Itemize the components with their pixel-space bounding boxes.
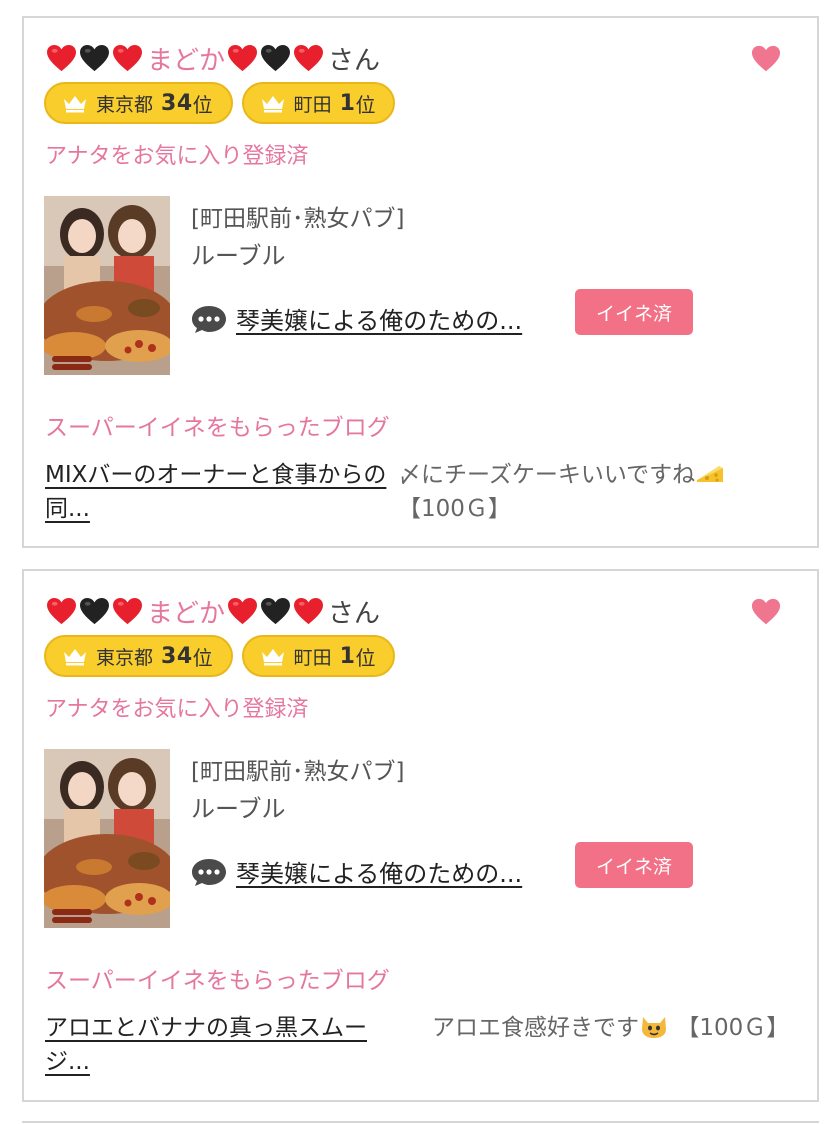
red-heart-icon (112, 44, 143, 73)
cast-photo-image (44, 749, 170, 928)
comment-text: アロエ食感好きです (432, 1015, 639, 1041)
rank-area: 町田 (293, 93, 332, 116)
shop-name[interactable]: ルーブル (191, 789, 286, 824)
card-divider (22, 1121, 819, 1123)
rank-number: 34 (161, 643, 193, 669)
favorite-status: アナタをお気に入り登録済 (45, 144, 309, 169)
red-heart-icon (293, 44, 324, 73)
red-heart-icon (293, 597, 324, 626)
blog-title-link[interactable]: 琴美嬢による俺のための... (236, 301, 522, 336)
rank-number: 1 (339, 643, 356, 669)
rank-badge-city[interactable]: 町田 1 位 (241, 635, 396, 677)
black-heart-icon (260, 597, 291, 626)
rank-number: 34 (161, 90, 193, 116)
super-like-blog-link[interactable]: MIXバーのオーナーと食事からの同... (45, 458, 395, 526)
rank-suffix: 位 (355, 92, 376, 117)
rank-badge-prefecture[interactable]: 東京都 34 位 (44, 82, 233, 124)
user-name: まどか (147, 45, 226, 76)
cat-face-icon (642, 1017, 666, 1038)
honorific: さん (328, 45, 381, 76)
rank-badge-city[interactable]: 町田 1 位 (241, 82, 396, 124)
super-like-comment: アロエ食感好きです 【100Ｇ】 (432, 1011, 792, 1045)
cast-photo-image (44, 196, 170, 375)
super-like-heading: スーパーイイネをもらったブログ (45, 415, 390, 441)
cast-photo[interactable] (44, 749, 170, 928)
cheese-icon (697, 466, 724, 482)
honorific: さん (328, 598, 381, 629)
favorite-heart-icon[interactable] (751, 44, 781, 74)
liked-button[interactable]: イイネ済 (575, 842, 693, 888)
crown-icon (64, 649, 86, 666)
reward-text: 【100Ｇ】 (398, 496, 511, 522)
rank-suffix: 位 (192, 92, 213, 117)
red-heart-icon (227, 44, 258, 73)
shop-area: [町田駅前･熟女パブ] (191, 206, 405, 232)
rank-badges: 東京都 34 位 町田 1 位 (44, 635, 396, 677)
favorite-status: アナタをお気に入り登録済 (45, 697, 309, 722)
blog-link-row[interactable]: 琴美嬢による俺のための... (191, 301, 522, 336)
comment-icon (192, 858, 226, 886)
shop-area: [町田駅前･熟女パブ] (191, 759, 405, 785)
favorite-heart-icon[interactable] (751, 597, 781, 627)
rank-area: 東京都 (96, 93, 154, 116)
shop-name[interactable]: ルーブル (191, 236, 286, 271)
black-heart-icon (79, 597, 110, 626)
rank-suffix: 位 (355, 645, 376, 670)
crown-icon (261, 649, 284, 666)
red-heart-icon (46, 44, 77, 73)
comment-icon (192, 305, 226, 333)
user-card[interactable]: まどか さん 東京都 34 位 町田 1 位 アナタをお気に入り登録済 [町田駅… (22, 16, 819, 548)
red-heart-icon (227, 597, 258, 626)
blog-link-row[interactable]: 琴美嬢による俺のための... (191, 854, 522, 889)
crown-icon (64, 96, 86, 113)
crown-icon (261, 96, 284, 113)
red-heart-icon (112, 597, 143, 626)
rank-badge-prefecture[interactable]: 東京都 34 位 (44, 635, 233, 677)
black-heart-icon (79, 44, 110, 73)
rank-area: 東京都 (96, 646, 154, 669)
super-like-heading: スーパーイイネをもらったブログ (45, 968, 390, 994)
blog-title-link[interactable]: 琴美嬢による俺のための... (236, 854, 522, 889)
user-card[interactable]: まどか さん 東京都 34 位 町田 1 位 アナタをお気に入り登録済 [町田駅… (22, 569, 819, 1102)
black-heart-icon (260, 44, 291, 73)
rank-area: 町田 (293, 646, 332, 669)
rank-badges: 東京都 34 位 町田 1 位 (44, 82, 396, 124)
red-heart-icon (46, 597, 77, 626)
user-name-line[interactable]: まどか さん (46, 40, 380, 76)
rank-number: 1 (339, 90, 356, 116)
rank-suffix: 位 (192, 645, 213, 670)
cast-photo[interactable] (44, 196, 170, 375)
reward-text: 【100Ｇ】 (676, 1015, 790, 1041)
user-name-line[interactable]: まどか さん (46, 593, 380, 629)
user-name: まどか (147, 598, 226, 629)
super-like-comment: 〆にチーズケーキいいですね 【100Ｇ】 (398, 458, 798, 526)
liked-button[interactable]: イイネ済 (575, 289, 693, 335)
super-like-blog-link[interactable]: アロエとバナナの真っ黒スムージ... (45, 1011, 395, 1079)
comment-text: 〆にチーズケーキいいですね (398, 462, 696, 488)
